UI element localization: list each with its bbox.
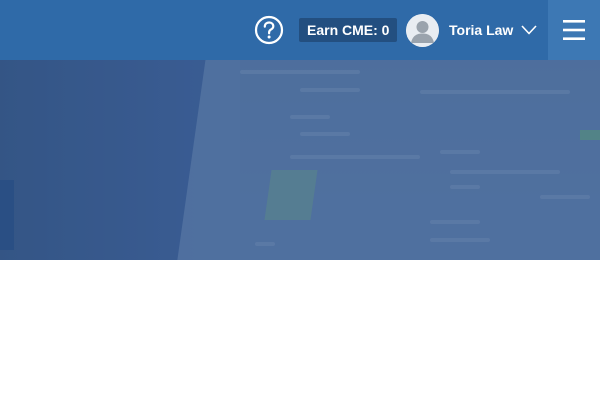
help-button[interactable] (254, 15, 284, 45)
user-silhouette-icon (406, 13, 439, 47)
earn-cme-badge[interactable]: Earn CME: 0 (299, 18, 398, 42)
top-navigation-bar: Earn CME: 0 Toria Law (0, 0, 600, 60)
hero-banner-image (0, 60, 600, 260)
avatar (406, 13, 439, 47)
user-menu[interactable]: Toria Law (406, 13, 537, 47)
hamburger-menu-button[interactable] (548, 0, 600, 60)
hamburger-menu-icon (563, 20, 585, 40)
question-circle-icon (254, 15, 284, 45)
hero-overlay (0, 60, 600, 260)
main-content-area (0, 260, 600, 400)
user-name: Toria Law (449, 22, 514, 38)
chevron-down-icon (521, 25, 537, 35)
